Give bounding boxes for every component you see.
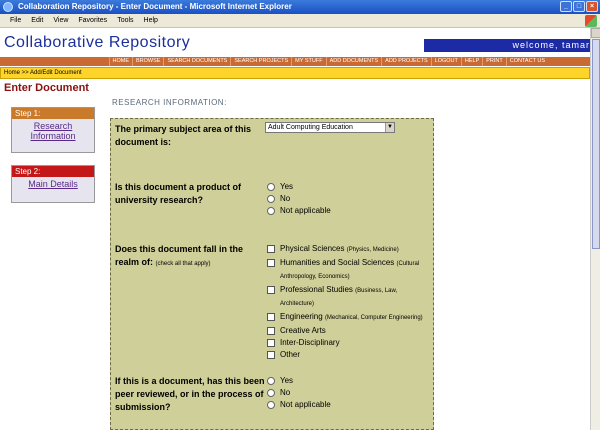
breadcrumb: Home >> Add/Edit Document (0, 67, 590, 79)
nav-help[interactable]: HELP (460, 57, 482, 66)
ie-icon (3, 2, 13, 12)
subject-select-value: Adult Computing Education (268, 124, 353, 131)
radio-option[interactable]: Not applicable (265, 205, 331, 216)
checkbox[interactable] (267, 259, 275, 267)
window-title: Collaboration Repository - Enter Documen… (18, 2, 292, 11)
nav-my-stuff[interactable]: MY STUFF (291, 57, 325, 66)
welcome-banner: welcome, tamara (424, 39, 600, 52)
checkbox-option[interactable]: Inter-Disciplinary (265, 337, 431, 348)
radio-option[interactable]: Yes (265, 375, 331, 386)
menu-tools[interactable]: Tools (117, 17, 133, 24)
menu-help[interactable]: Help (144, 17, 158, 24)
checkbox-option[interactable]: Other (265, 349, 431, 360)
checkbox-option[interactable]: Engineering (Mechanical, Computer Engine… (265, 311, 431, 324)
step-2-panel: Step 2: Main Details (11, 165, 95, 203)
nav-add-documents[interactable]: ADD DOCUMENTS (325, 57, 382, 66)
radio-button[interactable] (267, 183, 275, 191)
site-header: Collaborative Repository welcome, tamara (0, 28, 600, 56)
nav-bar: HOME BROWSE SEARCH DOCUMENTS SEARCH PROJ… (0, 57, 600, 66)
radio-button[interactable] (267, 389, 275, 397)
maximize-button[interactable]: □ (573, 1, 585, 12)
nav-home[interactable]: HOME (108, 57, 133, 66)
menu-bar: File Edit View Favorites Tools Help (0, 14, 600, 28)
checkbox[interactable] (267, 339, 275, 347)
window-titlebar: Collaboration Repository - Enter Documen… (0, 0, 600, 14)
checkbox[interactable] (267, 245, 275, 253)
nav-add-projects[interactable]: ADD PROJECTS (381, 57, 430, 66)
close-button[interactable]: × (586, 1, 598, 12)
window-controls: _ □ × (560, 1, 598, 12)
scroll-thumb[interactable] (592, 39, 600, 249)
checkbox-option[interactable]: Creative Arts (265, 325, 431, 336)
checkbox[interactable] (267, 313, 275, 321)
radio-button[interactable] (267, 377, 275, 385)
scroll-up-arrow-icon[interactable] (591, 28, 600, 38)
nav-print[interactable]: PRINT (482, 57, 506, 66)
subject-select[interactable]: Adult Computing Education ▼ (265, 122, 395, 133)
realm-question: Does this document fall in the realm of:… (115, 243, 265, 271)
radio-button[interactable] (267, 195, 275, 203)
realm-options: Physical Sciences (Physics, Medicine) Hu… (265, 243, 431, 361)
peer-review-options: Yes No Not applicable (265, 375, 331, 411)
chevron-down-icon[interactable]: ▼ (385, 123, 394, 132)
radio-button[interactable] (267, 207, 275, 215)
research-form: The primary subject area of this documen… (110, 118, 434, 430)
section-heading: RESEARCH INFORMATION: (112, 98, 227, 107)
step-2-label: Step 2: (12, 166, 94, 177)
checkbox-option[interactable]: Physical Sciences (Physics, Medicine) (265, 243, 431, 256)
page-title: Enter Document (4, 82, 89, 94)
radio-option[interactable]: Yes (265, 181, 331, 192)
subject-question: The primary subject area of this documen… (115, 124, 252, 147)
radio-option[interactable]: No (265, 193, 331, 204)
vertical-scrollbar[interactable] (590, 28, 600, 430)
realm-question-hint: (check all that apply) (155, 261, 211, 267)
checkbox-option[interactable]: Humanities and Social Sciences (Cultural… (265, 257, 431, 283)
radio-option[interactable]: Not applicable (265, 399, 331, 410)
windows-logo-icon (585, 15, 597, 27)
menu-view[interactable]: View (53, 17, 68, 24)
checkbox[interactable] (267, 327, 275, 335)
university-research-options: Yes No Not applicable (265, 181, 331, 217)
peer-review-question: If this is a document, has this been pee… (115, 376, 265, 412)
radio-option[interactable]: No (265, 387, 331, 398)
menu-favorites[interactable]: Favorites (78, 17, 107, 24)
nav-logout[interactable]: LOGOUT (430, 57, 461, 66)
nav-browse[interactable]: BROWSE (132, 57, 163, 66)
menu-file[interactable]: File (10, 17, 21, 24)
nav-contact-us[interactable]: CONTACT US (505, 57, 548, 66)
menu-edit[interactable]: Edit (31, 17, 43, 24)
step-1-link[interactable]: Research Information (12, 119, 94, 147)
step-2-link[interactable]: Main Details (12, 177, 94, 195)
step-1-label: Step 1: (12, 108, 94, 119)
checkbox[interactable] (267, 286, 275, 294)
university-research-question: Is this document a product of university… (115, 182, 242, 205)
step-1-panel: Step 1: Research Information (11, 107, 95, 153)
minimize-button[interactable]: _ (560, 1, 572, 12)
site-title: Collaborative Repository (4, 34, 191, 51)
radio-button[interactable] (267, 401, 275, 409)
checkbox[interactable] (267, 351, 275, 359)
nav-search-documents[interactable]: SEARCH DOCUMENTS (163, 57, 230, 66)
checkbox-option[interactable]: Professional Studies (Business, Law, Arc… (265, 284, 431, 310)
nav-search-projects[interactable]: SEARCH PROJECTS (230, 57, 291, 66)
